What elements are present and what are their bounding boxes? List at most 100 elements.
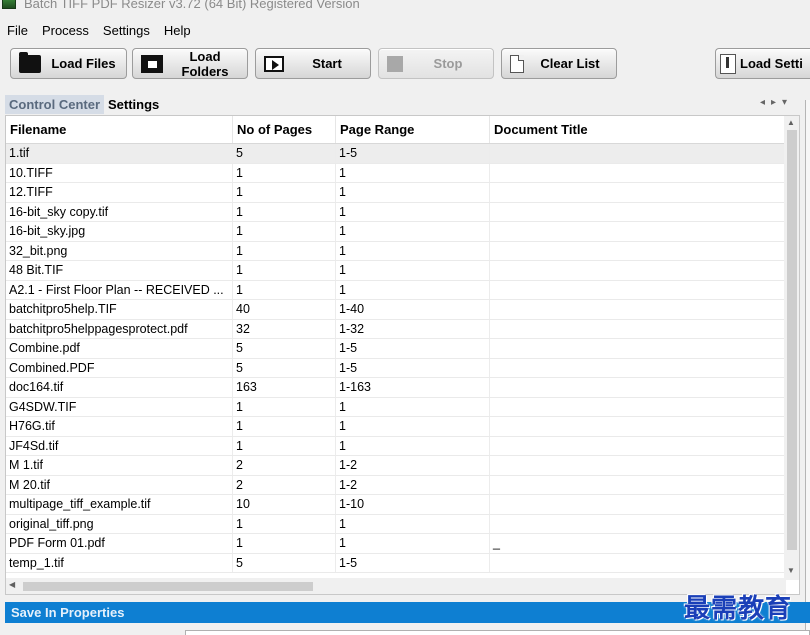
table-row[interactable]: 10.TIFF 1 1 xyxy=(6,163,786,183)
file-grid: Filename No of Pages Page Range Document… xyxy=(5,115,800,595)
stop-label: Stop xyxy=(433,56,463,71)
load-files-label: Load Files xyxy=(51,56,116,71)
scroll-down-icon[interactable]: ▼ xyxy=(787,566,795,575)
cell-document-title xyxy=(490,202,786,221)
cell-pages: 5 xyxy=(233,358,336,377)
watermark-logo: 最需教育 xyxy=(684,594,793,624)
folders-icon xyxy=(141,54,163,73)
column-header-filename[interactable]: Filename xyxy=(6,116,233,143)
cell-document-title xyxy=(490,456,786,475)
cell-pages: 5 xyxy=(233,553,336,572)
column-header-document-title[interactable]: Document Title xyxy=(490,116,786,143)
start-button[interactable]: Start xyxy=(255,48,371,79)
cell-page-range: 1 xyxy=(336,436,490,455)
clear-list-label: Clear List xyxy=(540,56,600,71)
properties-field[interactable] xyxy=(185,630,810,635)
vertical-scrollbar[interactable]: ▲ ▼ xyxy=(784,116,799,580)
table-row[interactable]: 16-bit_sky copy.tif 1 1 xyxy=(6,202,786,222)
table-row[interactable]: 1.tif 5 1-5 xyxy=(6,144,786,164)
cell-pages: 1 xyxy=(233,397,336,416)
menu-bar: File Process Settings Help xyxy=(0,20,198,40)
column-header-pages[interactable]: No of Pages xyxy=(233,116,336,143)
tab-nav-arrows-icon[interactable]: ◂▸▾ xyxy=(760,97,793,108)
menu-file[interactable]: File xyxy=(0,23,35,38)
table-row[interactable]: multipage_tiff_example.tif 10 1-10 xyxy=(6,495,786,515)
cell-pages: 2 xyxy=(233,456,336,475)
tab-settings[interactable]: Settings xyxy=(104,95,163,114)
cell-filename: 16-bit_sky.jpg xyxy=(6,222,233,241)
table-row[interactable]: M 20.tif 2 1-2 xyxy=(6,475,786,495)
cell-page-range: 1 xyxy=(336,397,490,416)
window-title: Batch TIFF PDF Resizer v3.72 (64 Bit) Re… xyxy=(24,0,360,11)
cell-document-title xyxy=(490,417,786,436)
cell-document-title xyxy=(490,280,786,299)
menu-settings[interactable]: Settings xyxy=(96,23,157,38)
cell-filename: 48 Bit.TIF xyxy=(6,261,233,280)
clear-list-button[interactable]: Clear List xyxy=(501,48,617,79)
cell-filename: A2.1 - First Floor Plan -- RECEIVED ... xyxy=(6,280,233,299)
cell-page-range: 1 xyxy=(336,222,490,241)
menu-help[interactable]: Help xyxy=(157,23,198,38)
horizontal-scroll-thumb[interactable] xyxy=(23,582,313,591)
cell-document-title xyxy=(490,358,786,377)
cell-document-title xyxy=(490,436,786,455)
stop-icon xyxy=(387,55,403,72)
table-row[interactable]: Combine.pdf 5 1-5 xyxy=(6,339,786,359)
load-settings-button[interactable]: Load Setti xyxy=(715,48,810,79)
cell-filename: 16-bit_sky copy.tif xyxy=(6,202,233,221)
scroll-left-icon[interactable]: ◀ xyxy=(9,580,15,589)
table-row[interactable]: A2.1 - First Floor Plan -- RECEIVED ... 1… xyxy=(6,280,786,300)
table-row[interactable]: JF4Sd.tif 1 1 xyxy=(6,436,786,456)
cell-document-title xyxy=(490,397,786,416)
load-folders-label: Load Folders xyxy=(181,48,229,79)
cell-page-range: 1 xyxy=(336,261,490,280)
table-row[interactable]: G4SDW.TIF 1 1 xyxy=(6,397,786,417)
cell-filename: 32_bit.png xyxy=(6,241,233,260)
cell-filename: batchitpro5help.TIF xyxy=(6,300,233,319)
table-row[interactable]: original_tiff.png 1 1 xyxy=(6,514,786,534)
cell-filename: 10.TIFF xyxy=(6,163,233,182)
cell-pages: 1 xyxy=(233,183,336,202)
cell-pages: 1 xyxy=(233,163,336,182)
cell-filename: H76G.tif xyxy=(6,417,233,436)
cell-page-range: 1-5 xyxy=(336,358,490,377)
right-panel-edge xyxy=(805,100,810,635)
save-settings-icon xyxy=(720,53,736,74)
scroll-up-icon[interactable]: ▲ xyxy=(787,118,795,127)
table-row[interactable]: H76G.tif 1 1 xyxy=(6,417,786,437)
cell-document-title xyxy=(490,475,786,494)
table-row[interactable]: batchitpro5helppagesprotect.pdf 32 1-32 xyxy=(6,319,786,339)
menu-process[interactable]: Process xyxy=(35,23,96,38)
cell-pages: 1 xyxy=(233,280,336,299)
cell-page-range: 1 xyxy=(336,417,490,436)
cell-document-title xyxy=(490,144,786,163)
cell-filename: JF4Sd.tif xyxy=(6,436,233,455)
table-row[interactable]: PDF Form 01.pdf 1 1 _ xyxy=(6,534,786,554)
vertical-scroll-thumb[interactable] xyxy=(787,130,797,550)
table-row[interactable]: 16-bit_sky.jpg 1 1 xyxy=(6,222,786,242)
cell-page-range: 1 xyxy=(336,163,490,182)
table-row[interactable]: 48 Bit.TIF 1 1 xyxy=(6,261,786,281)
cell-filename: doc164.tif xyxy=(6,378,233,397)
table-row[interactable]: M 1.tif 2 1-2 xyxy=(6,456,786,476)
table-row[interactable]: batchitpro5help.TIF 40 1-40 xyxy=(6,300,786,320)
cell-page-range: 1-2 xyxy=(336,475,490,494)
table-row[interactable]: Combined.PDF 5 1-5 xyxy=(6,358,786,378)
cell-page-range: 1-5 xyxy=(336,339,490,358)
cell-document-title xyxy=(490,241,786,260)
load-files-button[interactable]: Load Files xyxy=(10,48,127,79)
table-row[interactable]: 32_bit.png 1 1 xyxy=(6,241,786,261)
horizontal-scrollbar[interactable]: ◀ xyxy=(6,578,786,594)
cell-pages: 1 xyxy=(233,202,336,221)
column-header-page-range[interactable]: Page Range xyxy=(336,116,490,143)
cell-filename: Combine.pdf xyxy=(6,339,233,358)
cell-page-range: 1-32 xyxy=(336,319,490,338)
table-row[interactable]: temp_1.tif 5 1-5 xyxy=(6,553,786,573)
table-row[interactable]: 12.TIFF 1 1 xyxy=(6,183,786,203)
tab-control-center[interactable]: Control Center xyxy=(5,95,104,114)
table-row[interactable]: doc164.tif 163 1-163 xyxy=(6,378,786,398)
stop-button[interactable]: Stop xyxy=(378,48,494,79)
cell-filename: temp_1.tif xyxy=(6,553,233,572)
load-folders-button[interactable]: Load Folders xyxy=(132,48,248,79)
cell-page-range: 1-40 xyxy=(336,300,490,319)
